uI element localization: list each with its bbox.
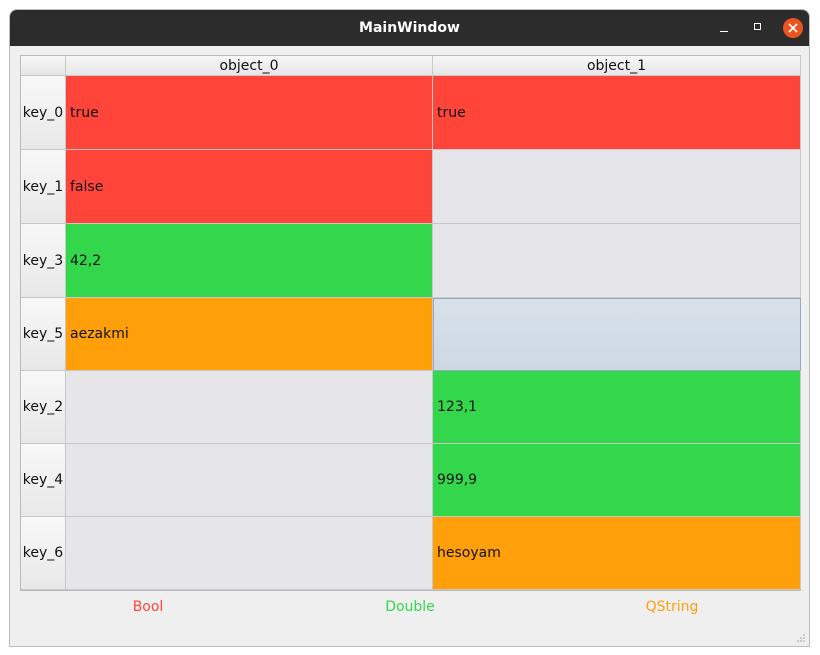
table-cell[interactable]: 999,9	[433, 444, 801, 517]
legend-bool: Bool	[132, 599, 164, 615]
table-cell[interactable]: true	[433, 76, 801, 150]
legend-double: Double	[385, 599, 435, 615]
row-header-key-5[interactable]: key_5	[21, 298, 66, 371]
column-header-object-0[interactable]: object_0	[66, 56, 433, 76]
table-cell[interactable]	[66, 371, 433, 444]
table-cell[interactable]: true	[66, 76, 433, 150]
window-title: MainWindow	[359, 20, 460, 36]
column-header-object-1[interactable]: object_1	[433, 56, 801, 76]
main-window: MainWindow object_0 object_1 key_0 key_1…	[9, 9, 810, 647]
table-cell[interactable]	[66, 444, 433, 517]
maximize-button[interactable]	[749, 18, 769, 38]
minimize-button[interactable]	[715, 18, 735, 38]
resize-grip-icon[interactable]	[796, 633, 806, 643]
table-cell[interactable]: hesoyam	[433, 517, 801, 590]
table-cell[interactable]	[433, 150, 801, 224]
legend-qstring: QString	[645, 599, 699, 615]
row-header-key-2[interactable]: key_2	[21, 371, 66, 444]
data-table[interactable]: object_0 object_1 key_0 key_1 key_3 key_…	[20, 55, 801, 591]
table-corner-button[interactable]	[21, 56, 66, 76]
close-button[interactable]	[783, 18, 803, 38]
title-bar[interactable]: MainWindow	[10, 10, 809, 46]
table-cell-selected[interactable]	[433, 298, 801, 371]
table-cell[interactable]: aezakmi	[66, 298, 433, 371]
row-header-key-4[interactable]: key_4	[21, 444, 66, 517]
row-header-key-1[interactable]: key_1	[21, 150, 66, 224]
row-header-key-3[interactable]: key_3	[21, 224, 66, 298]
table-cell[interactable]	[433, 224, 801, 298]
close-icon	[788, 23, 798, 33]
table-cell[interactable]: 42,2	[66, 224, 433, 298]
row-header-key-0[interactable]: key_0	[21, 76, 66, 150]
table-cell[interactable]: false	[66, 150, 433, 224]
table-cell[interactable]: 123,1	[433, 371, 801, 444]
table-cell[interactable]	[66, 517, 433, 590]
row-header-key-6[interactable]: key_6	[21, 517, 66, 590]
